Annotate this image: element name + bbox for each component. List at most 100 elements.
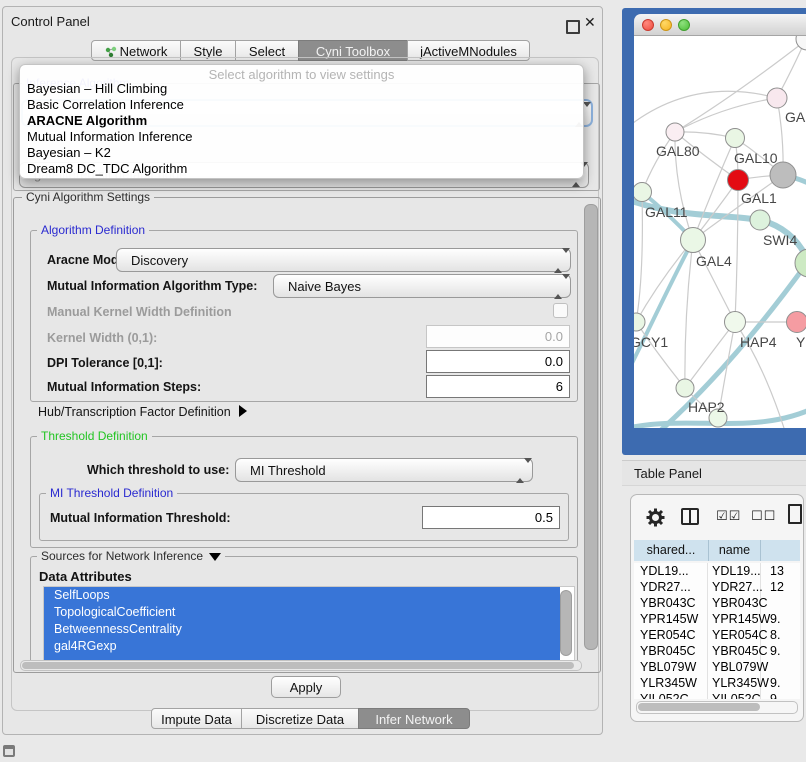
list-item[interactable]: SelfLoops [44, 587, 560, 604]
table-cell[interactable]: YDR27... [712, 580, 763, 594]
aracne-mode-value: Discovery [131, 253, 188, 268]
table-cell[interactable]: YDR27... [640, 580, 691, 594]
combo-stepper-icon [554, 253, 563, 268]
which-threshold-combo[interactable]: MI Threshold [235, 458, 533, 482]
dropdown-item[interactable]: Basic Correlation Inference [27, 97, 184, 112]
mi-threshold-group-title: MI Threshold Definition [46, 486, 177, 500]
minimize-window-icon[interactable] [660, 19, 672, 31]
gear-icon[interactable] [646, 508, 665, 527]
column-header[interactable] [761, 540, 800, 561]
split-columns-icon[interactable] [681, 508, 699, 525]
table-cell[interactable]: YLR345W [640, 676, 697, 690]
table-cell[interactable]: 12 [770, 580, 784, 594]
table-cell[interactable]: 13 [770, 564, 784, 578]
network-node[interactable] [681, 228, 706, 253]
table-cell[interactable]: YBL079W [640, 660, 696, 674]
tab-impute-data[interactable]: Impute Data [151, 708, 242, 729]
algorithm-definition-group: Algorithm Definition Aracne Mode: Discov… [30, 230, 578, 402]
tab-discretize-data[interactable]: Discretize Data [241, 708, 359, 729]
node-label: GAL10 [734, 150, 778, 166]
list-item[interactable]: BetweennessCentrality [44, 621, 560, 638]
dropdown-item[interactable]: Mutual Information Inference [27, 129, 192, 144]
table-cell[interactable]: YIL052C [640, 692, 689, 699]
table-horizontal-scrollbar[interactable] [636, 701, 798, 714]
table-cell[interactable]: YBR045C [640, 644, 696, 658]
kernel-width-input[interactable] [426, 325, 570, 348]
combo-stepper-icon [516, 463, 525, 478]
table-cell[interactable]: YBR045C [712, 644, 768, 658]
table-cell[interactable]: YER054C [640, 628, 696, 642]
list-item[interactable]: TopologicalCoefficient [44, 604, 560, 621]
table-cell[interactable]: YPR145W [640, 612, 698, 626]
sources-group-title[interactable]: Sources for Network Inference [37, 549, 225, 563]
network-node[interactable] [666, 123, 684, 141]
table-cell[interactable]: 9. [770, 676, 780, 690]
column-header[interactable]: name [709, 540, 761, 561]
hub-definition-toggle[interactable]: Hub/Transcription Factor Definition [38, 405, 247, 419]
chevron-right-icon [239, 405, 247, 417]
mi-steps-input[interactable] [426, 375, 570, 398]
network-node[interactable] [795, 249, 806, 277]
dpi-tolerance-input[interactable] [426, 350, 570, 373]
node-label: GAL1 [741, 190, 777, 206]
network-node[interactable] [796, 36, 806, 50]
mi-type-combo[interactable]: Naive Bayes [273, 274, 571, 298]
network-window-titlebar[interactable] [634, 14, 806, 36]
table-cell[interactable]: 9 [770, 692, 777, 699]
network-node[interactable] [767, 88, 787, 108]
aracne-mode-combo[interactable]: Discovery [116, 248, 571, 272]
column-header[interactable]: shared... [634, 540, 709, 561]
table-cell[interactable]: YIL052C [712, 692, 761, 699]
zoom-window-icon[interactable] [678, 19, 690, 31]
network-node[interactable] [787, 312, 806, 333]
table-body[interactable]: YDL19... YDL19... 13 YDR27... YDR27... 12 YB… [634, 563, 800, 699]
kernel-width-label: Kernel Width (0,1): [47, 331, 157, 345]
float-panel-icon[interactable] [566, 20, 580, 34]
dpi-tolerance-label: DPI Tolerance [0,1]: [47, 356, 163, 370]
cyni-settings-title: Cyni Algorithm Settings [22, 190, 154, 204]
manual-kernel-checkbox[interactable] [553, 303, 568, 318]
table-cell[interactable]: YPR145W [712, 612, 770, 626]
table-cell[interactable]: YDL19... [712, 564, 761, 578]
close-window-icon[interactable] [642, 19, 654, 31]
docked-panel-icon[interactable] [3, 745, 15, 757]
mi-threshold-input[interactable] [422, 506, 560, 529]
dropdown-item[interactable]: Bayesian – Hill Climbing [27, 81, 167, 96]
tab-infer-network[interactable]: Infer Network [358, 708, 470, 729]
table-cell[interactable]: YER054C [712, 628, 768, 642]
table-cell[interactable]: YLR345W [712, 676, 769, 690]
file-icon[interactable] [788, 504, 802, 524]
node-label: GAL4 [696, 253, 732, 269]
dropdown-item[interactable]: Bayesian – K2 [27, 145, 111, 160]
manual-kernel-label: Manual Kernel Width Definition [47, 305, 232, 319]
network-node[interactable] [726, 129, 745, 148]
dropdown-item[interactable]: Dream8 DC_TDC Algorithm [27, 161, 187, 176]
settings-horizontal-scrollbar[interactable] [20, 660, 582, 671]
table-cell[interactable]: YBR043C [712, 596, 768, 610]
table-cell[interactable]: YDL19... [640, 564, 689, 578]
table-cell[interactable]: 9. [770, 612, 780, 626]
network-node[interactable] [634, 313, 645, 331]
network-node[interactable] [676, 379, 694, 397]
apply-button[interactable]: Apply [271, 676, 341, 698]
list-item[interactable]: gal4RGexp [44, 638, 560, 661]
network-node[interactable] [634, 183, 652, 202]
list-vertical-scrollbar[interactable] [560, 590, 572, 656]
mi-threshold-group: MI Threshold Definition Mutual Informati… [39, 493, 569, 541]
table-cell[interactable]: YBL079W [712, 660, 768, 674]
table-cell[interactable]: 9. [770, 644, 780, 658]
chevron-down-icon [209, 553, 221, 561]
dropdown-item-selected[interactable]: ARACNE Algorithm [27, 113, 147, 128]
network-node[interactable] [725, 312, 746, 333]
network-canvas[interactable]: GAL GAL80 GAL10 GAL1 GAL11 SWI4 GAL4 GCY… [634, 36, 806, 428]
network-node-selected[interactable] [728, 170, 749, 191]
table-cell[interactable]: YBR043C [640, 596, 696, 610]
close-panel-icon[interactable]: ✕ [584, 14, 596, 31]
deselect-all-columns-icon[interactable]: ☐☐ [751, 508, 776, 524]
network-node[interactable] [750, 210, 770, 230]
select-all-columns-icon[interactable]: ☑☑ [716, 508, 741, 524]
algorithm-dropdown-popup: Select algorithm to view settings Bayesi… [19, 64, 584, 179]
settings-vertical-scrollbar[interactable] [584, 204, 598, 650]
table-cell[interactable]: 8. [770, 628, 780, 642]
sources-group: Sources for Network Inference Data Attri… [30, 556, 578, 670]
